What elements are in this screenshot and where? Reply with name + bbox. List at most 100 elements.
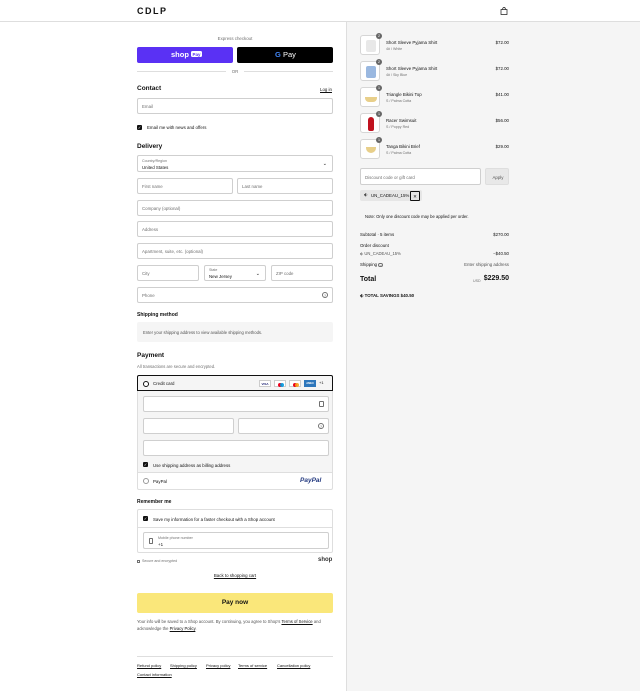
back-to-cart-link[interactable]: Back to shopping cart — [137, 573, 333, 578]
remember-divider — [138, 527, 333, 528]
shop-pay-badge: Pay — [191, 51, 203, 57]
product-thumbnail: 1 — [360, 111, 382, 133]
apartment-field[interactable]: Apartment, suite, etc. (optional) — [137, 243, 333, 259]
help-icon[interactable]: ? — [322, 292, 328, 298]
shop-pay-button[interactable]: shop Pay — [137, 47, 233, 63]
quantity-badge: 1 — [376, 85, 382, 91]
help-icon[interactable]: ? — [378, 262, 383, 267]
city-field[interactable]: City — [137, 265, 199, 281]
news-checkbox[interactable]: ✓ — [137, 125, 142, 130]
discount-code-field[interactable]: Discount code or gift card — [360, 168, 481, 185]
google-pay-label: Pay — [283, 50, 296, 59]
pay-now-label: Pay now — [221, 599, 249, 606]
quantity-badge: 2 — [376, 59, 382, 65]
order-discount-value: −$40.50 — [493, 251, 509, 256]
tag-icon: ⬖ — [360, 293, 364, 298]
paypal-option[interactable]: PayPal PayPal — [137, 473, 333, 490]
apply-button[interactable]: Apply — [485, 168, 509, 185]
shirt-image — [366, 66, 376, 78]
visa-icon: VISA — [259, 380, 271, 387]
name-on-card-field[interactable] — [143, 440, 329, 456]
card-form: ? ✓ Use shipping address as billing addr… — [137, 391, 333, 473]
privacy-link[interactable]: Privacy Policy — [170, 626, 196, 631]
more-brands-badge: +1 — [319, 380, 324, 385]
bikini-top-image — [365, 97, 377, 102]
google-g-icon: G — [275, 50, 281, 59]
phone-field[interactable]: Phone ? — [137, 287, 333, 303]
apartment-placeholder: Apartment, suite, etc. (optional) — [142, 249, 204, 254]
address-field[interactable]: Address — [137, 221, 333, 237]
state-select[interactable]: State New Jersey ⌄ — [204, 265, 266, 281]
terms-link[interactable]: Terms of Service — [281, 619, 312, 624]
company-placeholder: Company (optional) — [142, 206, 181, 211]
contact-title: Contact — [137, 85, 162, 92]
secure-label: Secure and encrypted — [142, 559, 178, 563]
footer-link-shipping[interactable]: Shipping policy — [170, 663, 197, 668]
order-discount-code: ⬖ UN_CADEAU_15% — [360, 251, 401, 256]
google-pay-button[interactable]: G Pay — [237, 47, 333, 63]
order-discount-code-text: UN_CADEAU_15% — [364, 251, 401, 256]
footer-link-privacy[interactable]: Privacy policy — [206, 663, 230, 668]
total-savings-row: ⬖ TOTAL SAVINGS $40.50 — [360, 293, 414, 299]
pay-now-button[interactable]: Pay now — [137, 593, 333, 613]
shopping-bag-icon[interactable] — [500, 7, 508, 15]
product-price: $41.00 — [495, 92, 509, 97]
billing-same-checkbox[interactable]: ✓ — [143, 462, 148, 467]
product-variant: S / Palma Cotta — [386, 99, 412, 103]
discount-tag-label: UN_CADEAU_15% — [371, 193, 410, 198]
company-field[interactable]: Company (optional) — [137, 200, 333, 216]
mobile-phone-field[interactable]: Mobile phone number +1 — [143, 532, 329, 549]
login-link[interactable]: Log in — [320, 87, 332, 92]
shipping-method-message: Enter your shipping address to view avai… — [143, 330, 263, 335]
last-name-field[interactable]: Last name — [237, 178, 333, 194]
email-placeholder: Email — [142, 104, 153, 109]
divider-right — [244, 71, 333, 72]
footer-link-cancellation[interactable]: Cancellation policy — [277, 663, 310, 668]
product-thumbnail: 2 — [360, 33, 382, 55]
product-price: $56.00 — [495, 118, 509, 123]
product-thumbnail: 1 — [360, 137, 382, 159]
discount-placeholder: Discount code or gift card — [365, 174, 415, 180]
radio-unselected-icon — [143, 478, 149, 484]
radio-selected-icon — [143, 381, 149, 387]
remove-discount-button[interactable]: ✕ — [410, 190, 420, 201]
shipping-row: Shipping ? — [360, 262, 383, 267]
credit-card-option[interactable]: Credit card VISA AMEX +1 — [137, 375, 333, 391]
product-variant: 4# / Sky Blue — [386, 73, 408, 77]
product-name: Triangle Bikini Top — [386, 92, 422, 97]
product-name: Racer Swimsuit — [386, 118, 417, 123]
payment-title: Payment — [137, 352, 165, 359]
expiry-field[interactable] — [143, 418, 234, 434]
help-icon[interactable]: ? — [318, 423, 324, 429]
card-number-field[interactable] — [143, 396, 329, 412]
phone-icon — [149, 538, 153, 544]
news-label: Email me with news and offers — [147, 125, 207, 130]
save-info-label: Save my information for a faster checkou… — [153, 516, 275, 522]
product-name: Short Sleeve Pyjama Shirt — [386, 66, 438, 71]
product-name: Short Sleeve Pyjama Shirt — [386, 40, 438, 45]
city-placeholder: City — [142, 271, 150, 276]
shipping-method-title: Shipping method — [137, 312, 178, 318]
mastercard-icon — [274, 380, 286, 387]
zip-field[interactable]: ZIP code — [271, 265, 333, 281]
swimsuit-image — [368, 117, 374, 131]
subtotal-value: $270.00 — [493, 232, 509, 237]
product-name: Tanga Bikini Brief — [386, 144, 420, 149]
save-info-checkbox[interactable]: ✓ — [143, 516, 148, 521]
security-code-field[interactable]: ? — [238, 418, 329, 434]
bikini-brief-image — [366, 147, 376, 153]
product-variant: 4# / White — [386, 47, 403, 51]
legal-text: Your info will be saved to a Shop accoun… — [137, 618, 337, 632]
country-select[interactable]: Country/Region United States ⌄ — [137, 155, 333, 172]
footer-link-refund[interactable]: Refund policy — [137, 663, 161, 668]
country-label: Country/Region — [142, 158, 167, 163]
mobile-phone-value: +1 — [158, 541, 164, 547]
footer-link-contact[interactable]: Contact information — [137, 672, 172, 677]
footer-link-terms[interactable]: Terms of service — [238, 663, 267, 668]
first-name-field[interactable]: First name — [137, 178, 233, 194]
state-value: New Jersey — [209, 274, 232, 279]
email-field[interactable]: Email — [137, 98, 333, 114]
zip-placeholder: ZIP code — [276, 271, 294, 276]
lock-icon — [319, 401, 324, 407]
store-logo[interactable]: CDLP — [137, 6, 168, 16]
